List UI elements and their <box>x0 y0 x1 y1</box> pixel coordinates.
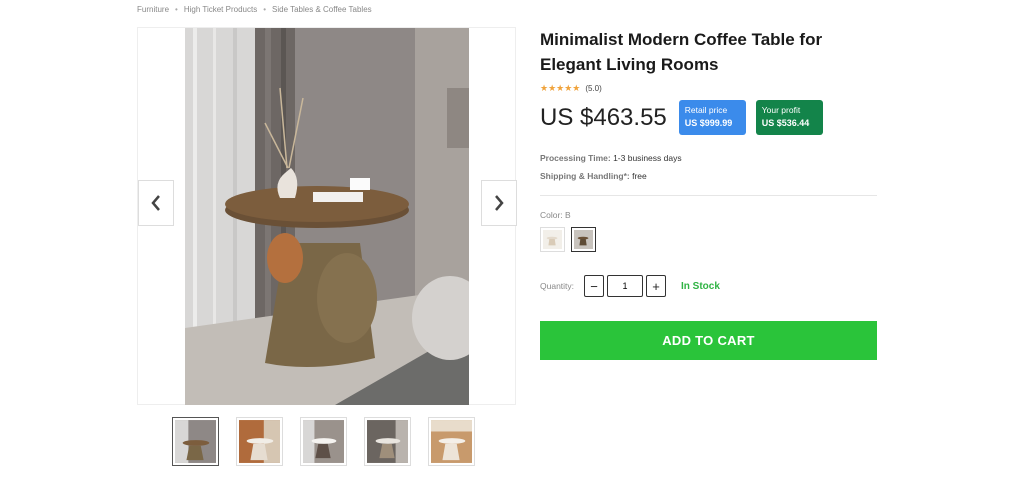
processing-value: 1-3 business days <box>613 153 682 163</box>
quantity-label: Quantity: <box>540 281 575 291</box>
main-product-image <box>185 28 469 405</box>
product-price: US $463.55 <box>540 104 667 131</box>
divider <box>540 195 877 196</box>
chevron-right-icon <box>495 195 504 211</box>
quantity-row: Quantity: − + In Stock <box>540 275 720 297</box>
color-swatch-a[interactable] <box>540 227 565 252</box>
product-gallery <box>137 27 517 405</box>
thumbnail-5[interactable] <box>428 417 475 466</box>
processing-time: Processing Time: 1-3 business days <box>540 149 880 167</box>
add-to-cart-button[interactable]: ADD TO CART <box>540 321 877 360</box>
breadcrumb-item-furniture[interactable]: Furniture <box>137 5 169 14</box>
profit-value: US $536.44 <box>761 118 810 128</box>
retail-price-badge: Retail price US $999.99 <box>678 100 746 135</box>
stock-status: In Stock <box>681 280 720 292</box>
shipping-label: Shipping & Handling*: <box>540 171 630 181</box>
color-swatch-b[interactable] <box>571 227 596 252</box>
breadcrumb: Furniture • High Ticket Products • Side … <box>137 5 372 14</box>
product-page: Furniture • High Ticket Products • Side … <box>0 0 1024 487</box>
breadcrumb-separator: • <box>175 5 178 14</box>
thumbnail-4[interactable] <box>364 417 411 466</box>
shipping-info: Processing Time: 1-3 business days Shipp… <box>540 149 880 185</box>
retail-price-value: US $999.99 <box>684 118 733 128</box>
rating-stars: ★★★★★ <box>540 83 581 93</box>
prev-image-button[interactable] <box>138 180 174 226</box>
color-label: Color: B <box>540 210 571 220</box>
breadcrumb-item-high-ticket[interactable]: High Ticket Products <box>184 5 257 14</box>
thumbnail-2[interactable] <box>236 417 283 466</box>
color-swatches <box>540 227 596 252</box>
thumbnail-3[interactable] <box>300 417 347 466</box>
processing-label: Processing Time: <box>540 153 611 163</box>
profit-badge: Your profit US $536.44 <box>755 100 823 135</box>
thumbnail-strip <box>172 417 475 466</box>
product-title: Minimalist Modern Coffee Table for Elega… <box>540 30 823 74</box>
quantity-decrease-button[interactable]: − <box>584 275 604 297</box>
quantity-increase-button[interactable]: + <box>646 275 666 297</box>
next-image-button[interactable] <box>481 180 517 226</box>
breadcrumb-separator: • <box>263 5 267 14</box>
price-row: US $463.55 Retail price US $999.99 Your … <box>540 100 880 135</box>
retail-price-label: Retail price <box>684 105 728 115</box>
shipping-value: free <box>632 171 647 181</box>
quantity-input[interactable] <box>607 275 643 297</box>
rating-score: (5.0) <box>585 84 602 93</box>
product-info: Minimalist Modern Coffee Table for Elega… <box>540 27 880 185</box>
profit-label: Your profit <box>761 105 801 115</box>
rating: ★★★★★ (5.0) <box>540 83 880 94</box>
shipping-handling: Shipping & Handling*: free <box>540 167 880 185</box>
thumbnail-1[interactable] <box>172 417 219 466</box>
chevron-left-icon <box>151 195 160 211</box>
breadcrumb-item-side-tables[interactable]: Side Tables & Coffee Tables <box>272 5 372 14</box>
